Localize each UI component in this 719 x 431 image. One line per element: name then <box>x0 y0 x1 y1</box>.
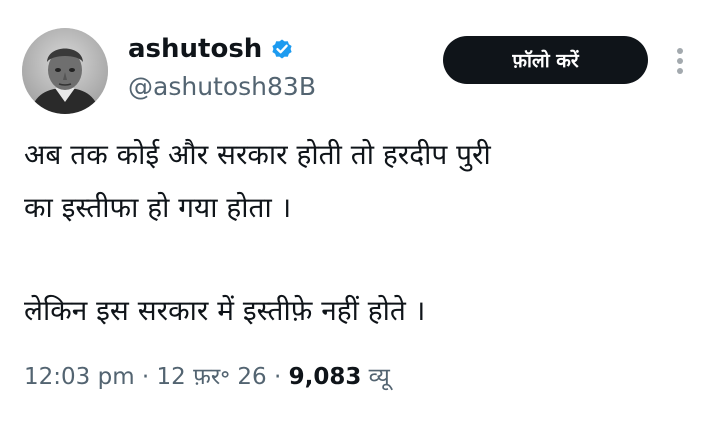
vertical-ellipsis-icon[interactable] <box>670 44 690 78</box>
tweet-text: अब तक कोई और सरकार होती तो हरदीप पुरी का… <box>24 128 684 337</box>
tweet-meta: 12:03 pm · 12 फ़र॰ 26 · 9,083 व्यू <box>24 361 390 393</box>
avatar-image <box>22 28 108 114</box>
views-label: व्यू <box>368 364 390 390</box>
tweet-time[interactable]: 12:03 pm <box>24 364 135 390</box>
meta-separator: · <box>141 364 150 390</box>
tweet-text-line: लेकिन इस सरकार में इस्तीफ़े नहीं होते । <box>24 294 426 327</box>
author-display-name[interactable]: ashutosh <box>128 34 262 64</box>
author-name-row: ashutosh <box>128 34 294 64</box>
tweet-card: ashutosh @ashutosh83B फ़ॉलो करें अब तक क… <box>0 0 719 431</box>
tweet-text-line: अब तक कोई और सरकार होती तो हरदीप पुरी <box>24 138 491 171</box>
author-handle[interactable]: @ashutosh83B <box>128 72 316 102</box>
follow-button[interactable]: फ़ॉलो करें <box>443 36 648 84</box>
verified-badge-icon[interactable] <box>270 37 294 61</box>
tweet-text-line: का इस्तीफा हो गया होता । <box>24 191 292 224</box>
meta-separator: · <box>273 364 282 390</box>
avatar[interactable] <box>22 28 108 114</box>
tweet-date[interactable]: 12 फ़र॰ 26 <box>157 364 267 390</box>
views-count[interactable]: 9,083 <box>289 364 362 390</box>
